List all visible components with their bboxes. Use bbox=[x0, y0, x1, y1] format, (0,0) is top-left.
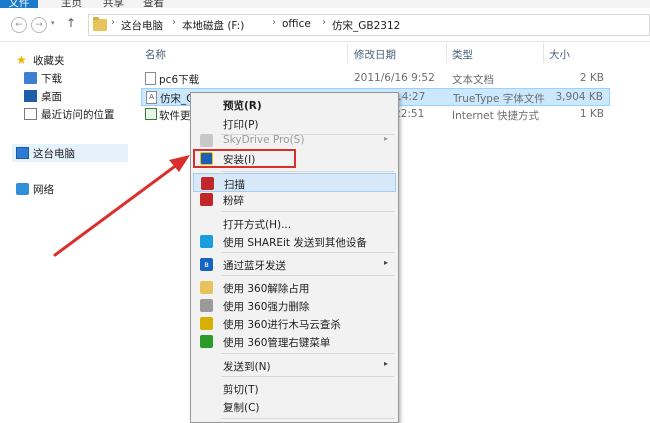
sidebar-item-label: 这台电脑 bbox=[33, 148, 75, 160]
menu-separator bbox=[221, 211, 394, 212]
unlock-folder-icon bbox=[200, 281, 213, 294]
tab-share[interactable]: 共享 bbox=[103, 0, 124, 8]
file-size: 1 KB bbox=[579, 108, 604, 120]
sidebar-item-label: 网络 bbox=[33, 184, 54, 196]
menu-separator bbox=[221, 353, 394, 354]
scan-icon bbox=[201, 177, 214, 190]
sidebar-item-desktop[interactable]: 桌面 bbox=[24, 88, 124, 106]
menu-separator bbox=[221, 418, 394, 419]
column-header-size[interactable]: 大小 bbox=[549, 47, 570, 62]
tab-view[interactable]: 查看 bbox=[143, 0, 164, 8]
file-date: 2011/6/16 9:52 bbox=[354, 72, 435, 84]
file-size: 3,904 KB bbox=[555, 91, 604, 103]
breadcrumb-separator[interactable]: › bbox=[322, 17, 326, 28]
font-file-icon: A bbox=[146, 91, 157, 104]
submenu-arrow-icon: ▸ bbox=[383, 359, 388, 368]
ribbon-tabs: 文件 主页 共享 查看 bbox=[0, 0, 650, 8]
bluetooth-icon: ʙ bbox=[200, 258, 213, 271]
up-arrow-icon[interactable]: ↑ bbox=[66, 16, 76, 30]
column-header-date[interactable]: 修改日期 bbox=[354, 47, 396, 62]
star-icon: ★ bbox=[16, 53, 27, 67]
file-type: 文本文档 bbox=[452, 74, 494, 86]
computer-icon bbox=[16, 147, 29, 159]
menu-item-open-with[interactable]: 打开方式(H)... bbox=[193, 214, 396, 233]
navigation-pane: ★ 收藏夹 下载 桌面 最近访问的位置 这台电脑 网络 bbox=[0, 43, 133, 423]
menu-item-shred[interactable]: 粉碎 bbox=[193, 190, 396, 209]
menu-item-360-force-delete[interactable]: 使用 360强力删除 bbox=[193, 296, 396, 315]
navigation-bar: ← → ▾ ↑ › 这台电脑 › 本地磁盘 (F:) › office › 仿宋… bbox=[0, 8, 650, 42]
admin-shield-icon bbox=[200, 152, 213, 165]
column-divider[interactable] bbox=[446, 43, 447, 63]
skydrive-icon bbox=[200, 134, 213, 147]
submenu-arrow-icon: ▸ bbox=[383, 134, 388, 143]
back-arrow-icon[interactable]: ← bbox=[11, 17, 27, 33]
sidebar-item-this-pc[interactable]: 这台电脑 bbox=[12, 144, 128, 162]
download-icon bbox=[24, 72, 37, 84]
text-file-icon bbox=[145, 72, 156, 85]
breadcrumb-this-pc[interactable]: 这台电脑 bbox=[121, 18, 163, 33]
shortcut-icon bbox=[145, 108, 157, 120]
column-divider[interactable] bbox=[543, 43, 544, 63]
sidebar-item-network[interactable]: 网络 bbox=[16, 181, 116, 199]
breadcrumb-local-disk[interactable]: 本地磁盘 (F:) bbox=[182, 18, 244, 33]
shareit-icon bbox=[200, 235, 213, 248]
menu-item-skydrive[interactable]: SkyDrive Pro(S) ▸ bbox=[193, 131, 396, 150]
menu-item-install[interactable]: 安装(I) bbox=[193, 149, 296, 168]
folder-icon bbox=[93, 17, 107, 31]
tab-home[interactable]: 主页 bbox=[61, 0, 82, 8]
menu-item-bluetooth[interactable]: ʙ 通过蓝牙发送 ▸ bbox=[193, 255, 396, 274]
360-icon bbox=[200, 317, 213, 330]
menu-item-send-to[interactable]: 发送到(N) ▸ bbox=[193, 356, 396, 375]
tab-file[interactable]: 文件 bbox=[0, 0, 38, 8]
file-row[interactable]: pc6下载 2011/6/16 9:52 文本文档 2 KB bbox=[141, 70, 610, 88]
menu-separator bbox=[221, 252, 394, 253]
shredder-icon bbox=[200, 299, 213, 312]
column-header-type[interactable]: 类型 bbox=[452, 47, 473, 62]
sidebar-item-downloads[interactable]: 下载 bbox=[24, 70, 124, 88]
menu-item-360-unlock[interactable]: 使用 360解除占用 bbox=[193, 278, 396, 297]
menu-separator bbox=[221, 275, 394, 276]
column-divider[interactable] bbox=[347, 43, 348, 63]
menu-item-cut[interactable]: 剪切(T) bbox=[193, 379, 396, 398]
file-type: Internet 快捷方式 bbox=[452, 110, 540, 122]
file-type: TrueType 字体文件 bbox=[453, 93, 545, 105]
desktop-icon bbox=[24, 90, 37, 102]
submenu-arrow-icon: ▸ bbox=[383, 258, 388, 267]
sidebar-item-label: 收藏夹 bbox=[33, 55, 65, 67]
menu-separator bbox=[221, 171, 394, 172]
recent-locations-chevron-icon[interactable]: ▾ bbox=[51, 19, 55, 27]
column-header-name[interactable]: 名称 bbox=[145, 47, 166, 62]
sidebar-item-label: 最近访问的位置 bbox=[41, 109, 115, 121]
sidebar-item-label: 桌面 bbox=[41, 91, 62, 103]
360-icon bbox=[200, 335, 213, 348]
breadcrumb-separator[interactable]: › bbox=[272, 17, 276, 28]
sidebar-item-favorites[interactable]: ★ 收藏夹 bbox=[16, 52, 126, 70]
menu-item-shareit[interactable]: 使用 SHAREit 发送到其他设备 bbox=[193, 232, 396, 251]
forward-arrow-icon[interactable]: → bbox=[31, 17, 47, 33]
breadcrumb-separator[interactable]: › bbox=[111, 17, 115, 28]
shred-icon bbox=[200, 193, 213, 206]
menu-item-360-trojan-scan[interactable]: 使用 360进行木马云查杀 bbox=[193, 314, 396, 333]
file-name: pc6下载 bbox=[159, 74, 200, 86]
breadcrumb-office[interactable]: office bbox=[282, 18, 311, 30]
menu-item-360-manage-menu[interactable]: 使用 360管理右键菜单 bbox=[193, 332, 396, 351]
menu-item-copy[interactable]: 复制(C) bbox=[193, 397, 396, 416]
recent-places-icon bbox=[24, 108, 37, 120]
file-size: 2 KB bbox=[579, 72, 604, 84]
breadcrumb-current-folder[interactable]: 仿宋_GB2312 bbox=[332, 18, 400, 33]
address-bar[interactable]: › 这台电脑 › 本地磁盘 (F:) › office › 仿宋_GB2312 bbox=[88, 14, 650, 36]
menu-separator bbox=[221, 376, 394, 377]
context-menu: 预览(R) 打印(P) SkyDrive Pro(S) ▸ 安装(I) 扫描 粉… bbox=[190, 92, 399, 423]
sidebar-item-label: 下载 bbox=[41, 73, 62, 85]
network-icon bbox=[16, 183, 29, 195]
menu-item-preview[interactable]: 预览(R) bbox=[193, 95, 396, 114]
sidebar-item-recent-places[interactable]: 最近访问的位置 bbox=[24, 106, 129, 124]
breadcrumb-separator[interactable]: › bbox=[172, 17, 176, 28]
